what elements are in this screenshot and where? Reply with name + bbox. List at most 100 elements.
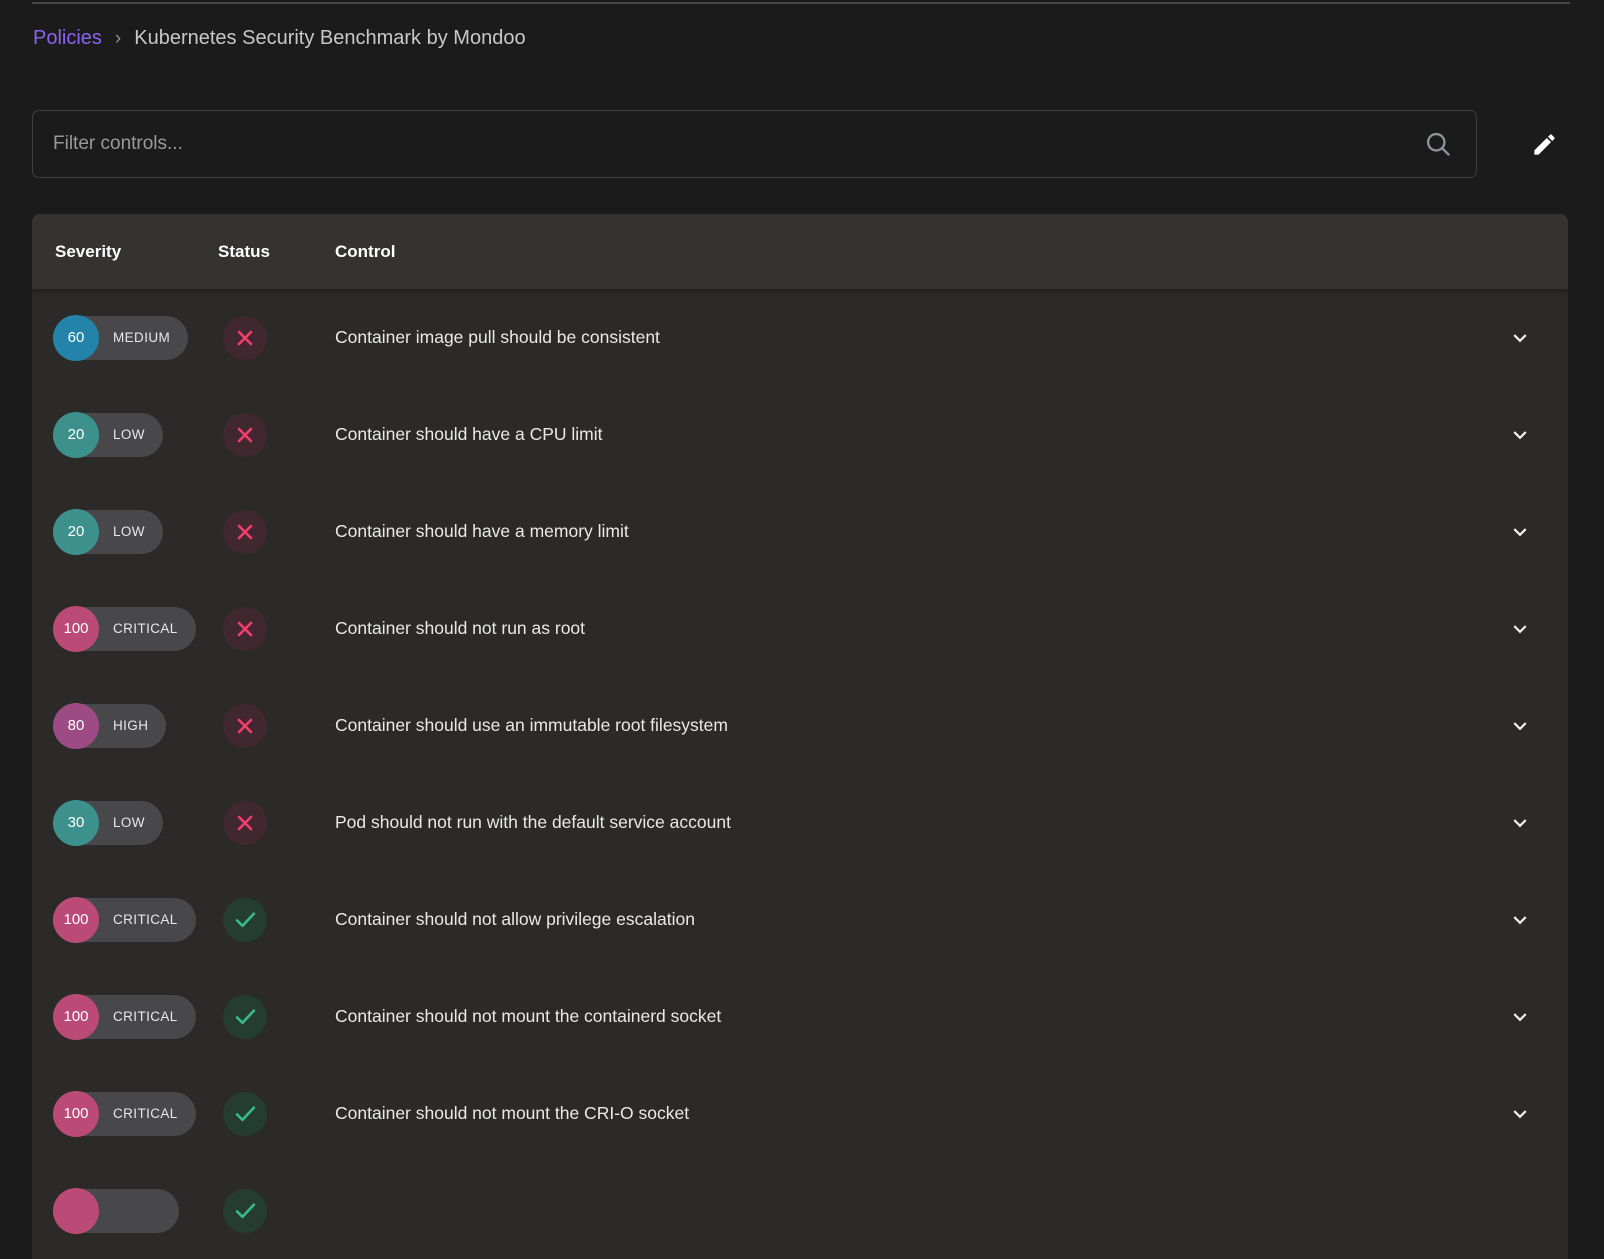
table-row[interactable] [32,1162,1568,1259]
expand-cell [1507,1101,1568,1127]
severity-badge: 20 LOW [53,510,163,554]
chevron-down-icon[interactable] [1507,713,1533,739]
x-mark-icon [233,520,257,544]
status-cell [202,704,297,748]
control-title: Container should not run as root [297,618,1507,639]
table-row[interactable]: 60 MEDIUM Container image pull should be… [32,289,1568,386]
check-mark-icon [232,1197,259,1224]
check-mark-icon [232,1003,259,1030]
chevron-down-icon[interactable] [1507,325,1533,351]
control-title: Container should not mount the CRI-O soc… [297,1103,1507,1124]
column-header-status: Status [202,242,297,262]
table-row[interactable]: 100 CRITICAL Container should not run as… [32,580,1568,677]
severity-level-label: MEDIUM [99,330,188,345]
status-cell [202,316,297,360]
chevron-down-icon[interactable] [1507,422,1533,448]
status-pass-icon [223,1189,267,1233]
severity-cell: 20 LOW [32,413,202,457]
status-pass-icon [223,1092,267,1136]
chevron-down-icon[interactable] [1507,810,1533,836]
expand-cell [1507,713,1568,739]
severity-score: 30 [53,800,99,846]
status-cell [202,801,297,845]
expand-cell [1507,810,1568,836]
severity-score: 80 [53,703,99,749]
chevron-down-icon[interactable] [1507,519,1533,545]
severity-badge [53,1189,179,1233]
control-title: Container should have a memory limit [297,521,1507,542]
severity-cell: 60 MEDIUM [32,316,202,360]
status-cell [202,1189,297,1233]
severity-level-label: CRITICAL [99,1106,196,1121]
chevron-down-icon[interactable] [1507,1101,1533,1127]
severity-badge: 100 CRITICAL [53,898,196,942]
edit-button[interactable] [1520,120,1568,168]
table-header: Severity Status Control [32,214,1568,289]
control-title: Container should use an immutable root f… [297,715,1507,736]
severity-cell: 100 CRITICAL [32,995,202,1039]
breadcrumb-policies-link[interactable]: Policies [33,27,102,50]
severity-badge: 60 MEDIUM [53,316,188,360]
severity-cell: 80 HIGH [32,704,202,748]
control-title: Container should not allow privilege esc… [297,909,1507,930]
table-row[interactable]: 20 LOW Container should have a CPU limit [32,386,1568,483]
column-header-severity: Severity [32,242,202,262]
table-row[interactable]: 20 LOW Container should have a memory li… [32,483,1568,580]
chevron-down-icon[interactable] [1507,907,1533,933]
breadcrumb-current-page: Kubernetes Security Benchmark by Mondoo [134,27,525,50]
control-title: Pod should not run with the default serv… [297,812,1507,833]
x-mark-icon [233,617,257,641]
status-cell [202,995,297,1039]
pencil-icon [1531,131,1558,158]
severity-score: 60 [53,315,99,361]
severity-level-label: LOW [99,524,163,539]
control-title: Container should not mount the container… [297,1006,1507,1027]
control-title: Container image pull should be consisten… [297,327,1507,348]
status-pass-icon [223,898,267,942]
expand-cell [1507,907,1568,933]
status-cell [202,510,297,554]
x-mark-icon [233,326,257,350]
severity-score: 20 [53,509,99,555]
severity-score [53,1188,99,1234]
severity-score: 100 [53,1091,99,1137]
severity-level-label: CRITICAL [99,912,196,927]
severity-badge: 100 CRITICAL [53,607,196,651]
severity-score: 100 [53,994,99,1040]
severity-cell: 100 CRITICAL [32,607,202,651]
severity-cell: 20 LOW [32,510,202,554]
severity-score: 100 [53,606,99,652]
severity-level-label: HIGH [99,718,166,733]
toolbar [32,110,1568,178]
table-row[interactable]: 100 CRITICAL Container should not mount … [32,968,1568,1065]
severity-level-label: LOW [99,427,163,442]
expand-cell [1507,616,1568,642]
severity-level-label: CRITICAL [99,1009,196,1024]
filter-controls-field[interactable] [32,110,1477,178]
chevron-down-icon[interactable] [1507,616,1533,642]
expand-cell [1507,1198,1568,1224]
x-mark-icon [233,811,257,835]
severity-badge: 100 CRITICAL [53,1092,196,1136]
severity-cell: 30 LOW [32,801,202,845]
severity-cell [32,1189,202,1233]
breadcrumb-separator: › [115,28,121,50]
status-fail-icon [223,510,267,554]
x-mark-icon [233,714,257,738]
status-pass-icon [223,995,267,1039]
table-row[interactable]: 100 CRITICAL Container should not allow … [32,871,1568,968]
status-cell [202,1092,297,1136]
top-divider [32,2,1570,4]
severity-badge: 30 LOW [53,801,163,845]
severity-score: 100 [53,897,99,943]
table-row[interactable]: 100 CRITICAL Container should not mount … [32,1065,1568,1162]
status-fail-icon [223,704,267,748]
filter-controls-input[interactable] [33,111,1476,177]
chevron-down-icon[interactable] [1507,1004,1533,1030]
severity-cell: 100 CRITICAL [32,898,202,942]
status-cell [202,413,297,457]
table-row[interactable]: 30 LOW Pod should not run with the defau… [32,774,1568,871]
expand-cell [1507,519,1568,545]
severity-level-label: CRITICAL [99,621,196,636]
table-row[interactable]: 80 HIGH Container should use an immutabl… [32,677,1568,774]
